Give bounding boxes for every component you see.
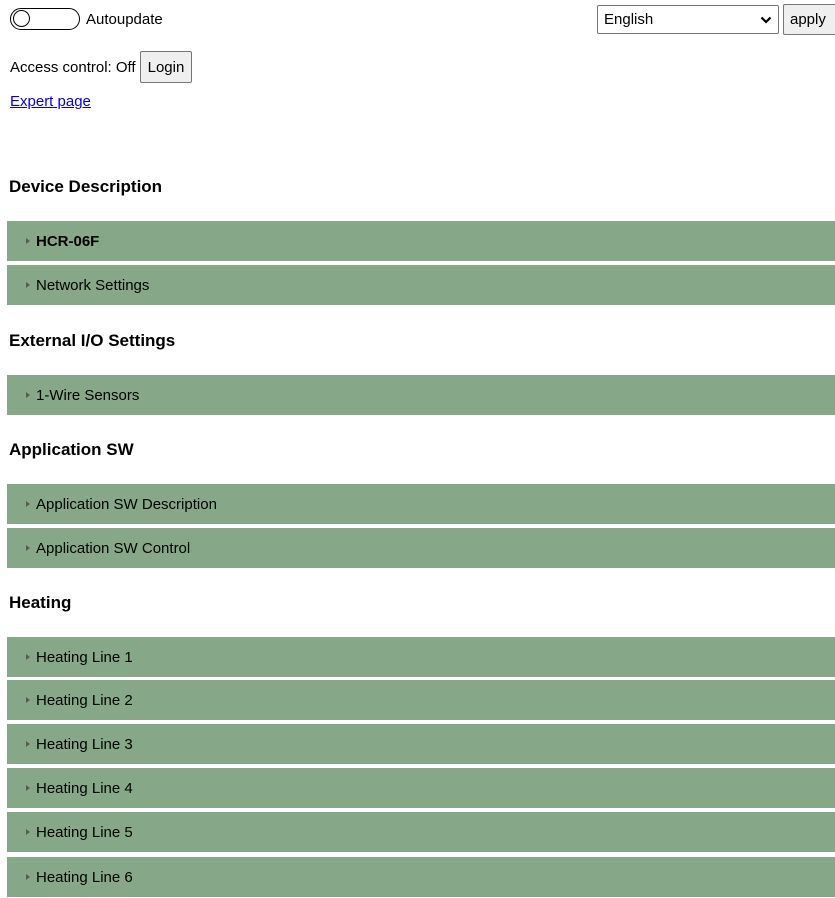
expand-triangle-icon bbox=[26, 545, 30, 551]
collapsible-label: HCR-06F bbox=[36, 232, 100, 250]
collapsible-heating-line-1[interactable]: Heating Line 1 bbox=[7, 637, 835, 677]
collapsible-label: Heating Line 2 bbox=[36, 691, 133, 709]
page: Autoupdate English apply Access control:… bbox=[0, 0, 835, 898]
collapsible-label: Heating Line 1 bbox=[36, 648, 133, 666]
collapsible-application-sw-description[interactable]: Application SW Description bbox=[7, 484, 835, 524]
expand-triangle-icon bbox=[26, 238, 30, 244]
section-heading-heating: Heating bbox=[9, 593, 72, 612]
collapsible-heating-line-4[interactable]: Heating Line 4 bbox=[7, 768, 835, 808]
expert-page-link[interactable]: Expert page bbox=[10, 93, 91, 110]
access-control-status: Access control: Off bbox=[10, 58, 136, 76]
language-selected-value: English bbox=[604, 11, 654, 28]
collapsible-label: Heating Line 6 bbox=[36, 868, 133, 886]
expand-triangle-icon bbox=[26, 282, 30, 288]
collapsible-application-sw-control[interactable]: Application SW Control bbox=[7, 528, 835, 568]
language-select[interactable]: English bbox=[597, 5, 779, 34]
expand-triangle-icon bbox=[26, 654, 30, 660]
collapsible-network-settings[interactable]: Network Settings bbox=[7, 265, 835, 305]
expand-triangle-icon bbox=[26, 501, 30, 507]
chevron-down-icon bbox=[760, 16, 772, 24]
collapsible-hcr-06f[interactable]: HCR-06F bbox=[7, 221, 835, 261]
login-button[interactable]: Login bbox=[139, 51, 193, 83]
expand-triangle-icon bbox=[26, 874, 30, 880]
apply-button[interactable]: apply bbox=[783, 4, 835, 35]
collapsible-label: Heating Line 5 bbox=[36, 823, 133, 841]
expand-triangle-icon bbox=[26, 829, 30, 835]
toggle-knob bbox=[13, 10, 30, 27]
autoupdate-label: Autoupdate bbox=[86, 10, 163, 28]
collapsible-label: Network Settings bbox=[36, 276, 150, 294]
section-heading-device-description: Device Description bbox=[9, 177, 163, 196]
access-control-row: Access control: Off Login bbox=[10, 51, 193, 83]
section-heading-application-sw: Application SW bbox=[9, 440, 134, 459]
collapsible-label: 1-Wire Sensors bbox=[36, 386, 140, 404]
expand-triangle-icon bbox=[26, 741, 30, 747]
collapsible-label: Application SW Control bbox=[36, 539, 191, 557]
collapsible-label: Heating Line 3 bbox=[36, 735, 133, 753]
collapsible-heating-line-5[interactable]: Heating Line 5 bbox=[7, 812, 835, 852]
autoupdate-toggle[interactable] bbox=[10, 8, 80, 30]
autoupdate-row: Autoupdate bbox=[10, 8, 163, 30]
collapsible-heating-line-6[interactable]: Heating Line 6 bbox=[7, 857, 835, 897]
collapsible-label: Application SW Description bbox=[36, 495, 217, 513]
collapsible-heating-line-2[interactable]: Heating Line 2 bbox=[7, 680, 835, 720]
expand-triangle-icon bbox=[26, 392, 30, 398]
expand-triangle-icon bbox=[26, 697, 30, 703]
collapsible-heating-line-3[interactable]: Heating Line 3 bbox=[7, 724, 835, 764]
expand-triangle-icon bbox=[26, 785, 30, 791]
collapsible-label: Heating Line 4 bbox=[36, 779, 133, 797]
section-heading-external-io-settings: External I/O Settings bbox=[9, 331, 176, 350]
collapsible-1-wire-sensors[interactable]: 1-Wire Sensors bbox=[7, 375, 835, 415]
